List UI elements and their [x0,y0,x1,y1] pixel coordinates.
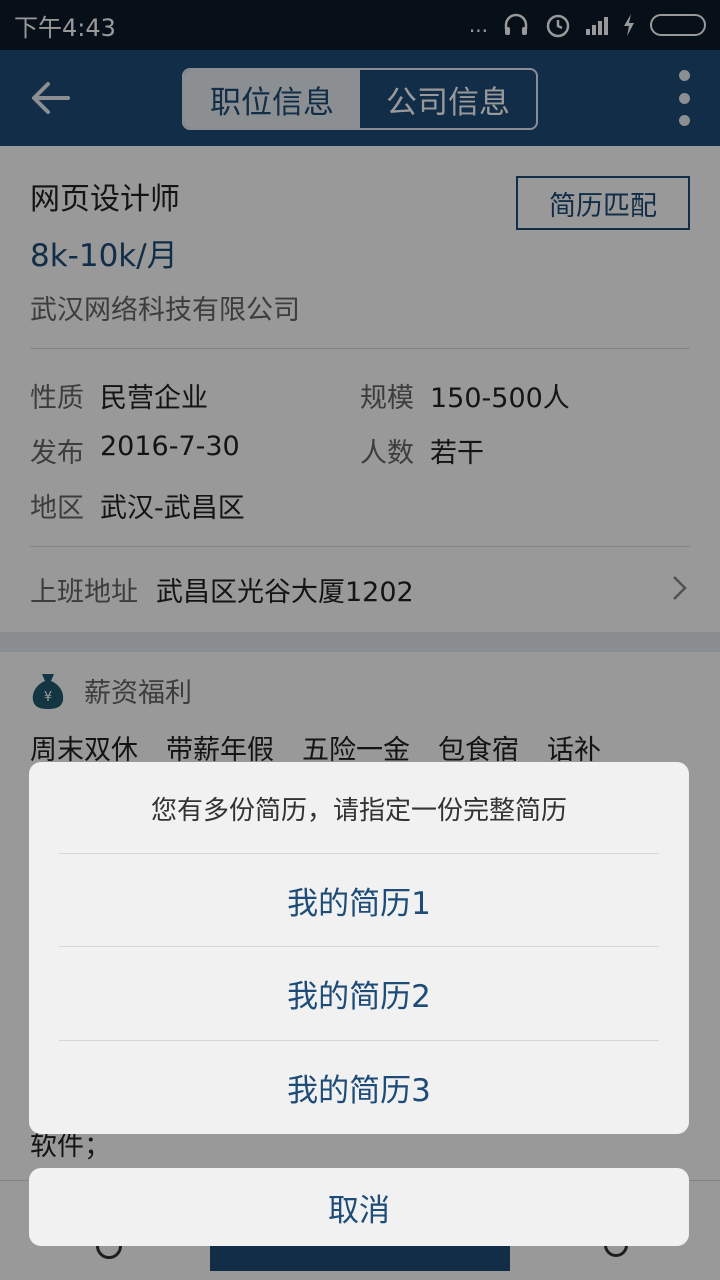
screen: 下午4:43 ... 职位信息 公司信息 网页设计师 简历匹配 8k-10k/月… [0,0,720,1280]
resume-option-3[interactable]: 我的简历3 [29,1041,689,1133]
resume-option-1[interactable]: 我的简历1 [29,854,689,946]
sheet-title: 您有多份简历，请指定一份完整简历 [150,795,567,826]
cancel-button[interactable]: 取消 [29,1168,689,1246]
resume-option-2[interactable]: 我的简历2 [29,947,689,1039]
resume-select-sheet: 您有多份简历，请指定一份完整简历 我的简历1 我的简历2 我的简历3 [29,762,689,1134]
